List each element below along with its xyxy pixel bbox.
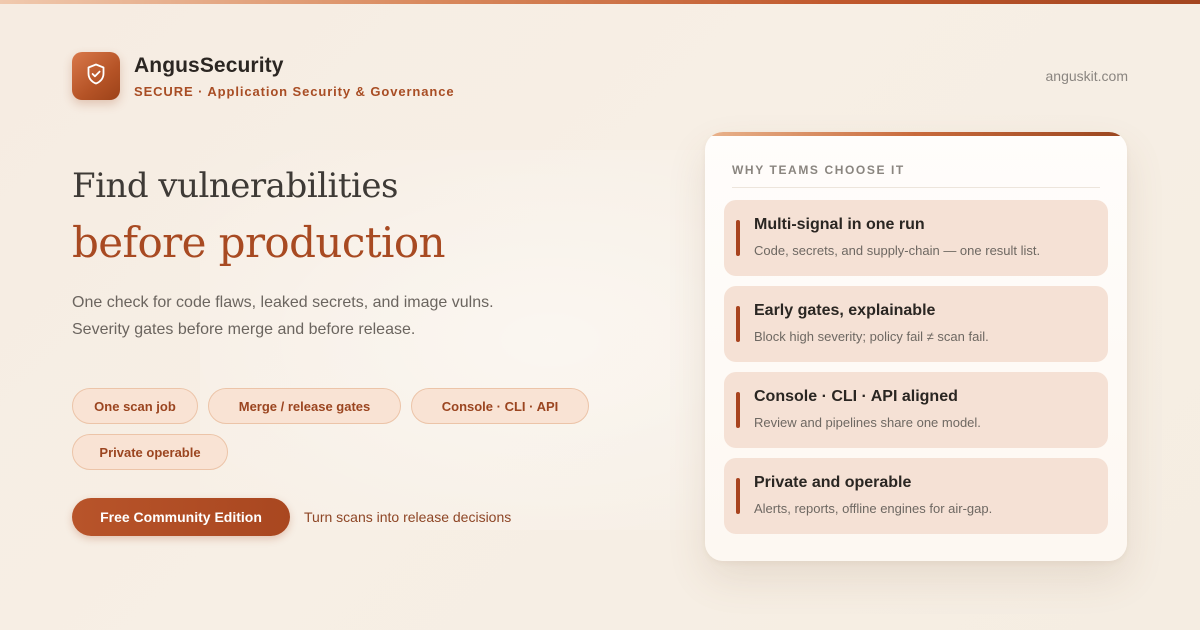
free-community-edition-button[interactable]: Free Community Edition [72, 498, 290, 536]
brand-name: AngusSecurity [134, 53, 284, 77]
panel-title: WHY TEAMS CHOOSE IT [732, 163, 905, 177]
panel-accent-line [705, 132, 1127, 136]
card-accent-bar [736, 392, 740, 428]
reason-card-description: Review and pipelines share one model. [754, 415, 981, 430]
reason-card-title: Multi-signal in one run [754, 216, 925, 233]
reason-card-title: Console · CLI · API aligned [754, 388, 958, 405]
cta-note: Turn scans into release decisions [304, 509, 512, 525]
logo [72, 52, 120, 100]
shield-check-icon [86, 63, 106, 90]
top-accent-bar [0, 0, 1200, 4]
hero-heading-line2: before production [72, 218, 446, 267]
panel-divider [732, 187, 1100, 188]
chip-one-scan-job: One scan job [72, 388, 198, 424]
brand-tagline: SECURE · Application Security & Governan… [134, 83, 455, 99]
chip-console-cli-api: Console · CLI · API [411, 388, 589, 424]
card-accent-bar [736, 478, 740, 514]
hero-description: One check for code flaws, leaked secrets… [72, 289, 592, 343]
hero-description-line2: Severity gates before merge and before r… [72, 321, 416, 338]
reason-card: Console · CLI · API aligned Review and p… [724, 372, 1108, 448]
card-accent-bar [736, 306, 740, 342]
hero-description-line1: One check for code flaws, leaked secrets… [72, 294, 494, 311]
reason-card-description: Code, secrets, and supply-chain — one re… [754, 243, 1041, 258]
reason-card: Early gates, explainable Block high seve… [724, 286, 1108, 362]
reason-card: Multi-signal in one run Code, secrets, a… [724, 200, 1108, 276]
hero-heading-line1: Find vulnerabilities [72, 166, 398, 206]
why-teams-panel: WHY TEAMS CHOOSE IT Multi-signal in one … [705, 132, 1127, 561]
feature-chips: One scan job Merge / release gates Conso… [72, 388, 612, 480]
card-accent-bar [736, 220, 740, 256]
reason-card-title: Private and operable [754, 474, 912, 491]
chip-merge-release-gates: Merge / release gates [208, 388, 401, 424]
cta-row: Free Community Edition Turn scans into r… [72, 498, 511, 536]
reason-card-title: Early gates, explainable [754, 302, 936, 319]
reason-card: Private and operable Alerts, reports, of… [724, 458, 1108, 534]
brand-header: AngusSecurity SECURE · Application Secur… [72, 52, 455, 100]
chip-private-operable: Private operable [72, 434, 228, 470]
reason-card-description: Alerts, reports, offline engines for air… [754, 501, 993, 516]
reason-card-description: Block high severity; policy fail ≠ scan … [754, 329, 989, 344]
site-link[interactable]: anguskit.com [1046, 68, 1128, 84]
